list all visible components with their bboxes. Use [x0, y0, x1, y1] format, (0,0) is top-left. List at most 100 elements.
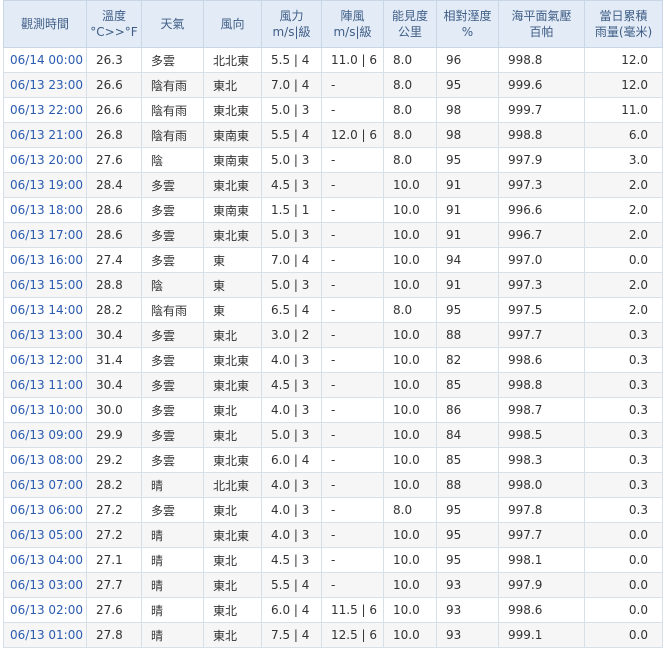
- cell-rainfall: 0.3: [584, 347, 663, 373]
- cell-wind-direction: 東南東: [203, 197, 262, 223]
- cell-wind-direction: 東北: [203, 572, 262, 598]
- cell-rainfall: 0.0: [584, 572, 663, 598]
- header-label: 溫度: [101, 9, 126, 23]
- header-temperature: 溫度 °C>>°F: [86, 0, 142, 48]
- header-wind-direction: 風向: [203, 0, 262, 48]
- cell-wind-direction: 東北: [203, 322, 262, 348]
- cell-time: 06/13 04:00: [3, 547, 87, 573]
- header-time: 觀測時間: [3, 0, 87, 48]
- cell-gust: -: [321, 447, 384, 473]
- cell-visibility: 10.0: [383, 172, 437, 198]
- cell-humidity: 85: [436, 372, 499, 398]
- cell-wind-direction: 東北東: [203, 522, 262, 548]
- cell-wind-force: 4.0 | 3: [261, 397, 322, 423]
- cell-weather: 多雲: [141, 247, 204, 273]
- cell-rainfall: 12.0: [584, 72, 663, 98]
- cell-time: 06/13 17:00: [3, 222, 87, 248]
- cell-temperature: 26.6: [86, 97, 142, 123]
- cell-temperature: 28.8: [86, 272, 142, 298]
- cell-temperature: 28.6: [86, 222, 142, 248]
- cell-visibility: 8.0: [383, 497, 437, 523]
- cell-temperature: 27.6: [86, 147, 142, 173]
- cell-humidity: 95: [436, 72, 499, 98]
- cell-wind-direction: 東北東: [203, 347, 262, 373]
- cell-temperature: 28.2: [86, 472, 142, 498]
- table-row: 06/13 09:00 29.9 多雲 東北 5.0 | 3-10.0 84 998.5 0.…: [3, 422, 663, 448]
- cell-gust: -: [321, 247, 384, 273]
- cell-humidity: 88: [436, 472, 499, 498]
- cell-pressure: 998.8: [498, 47, 585, 73]
- cell-pressure: 997.3: [498, 172, 585, 198]
- cell-temperature: 28.2: [86, 297, 142, 323]
- cell-wind-direction: 東: [203, 247, 262, 273]
- header-pressure: 海平面氣壓 百帕: [498, 0, 585, 48]
- cell-wind-force: 3.0 | 2: [261, 322, 322, 348]
- cell-weather: 多雲: [141, 397, 204, 423]
- cell-gust: -: [321, 222, 384, 248]
- cell-gust: -: [321, 422, 384, 448]
- cell-time: 06/13 14:00: [3, 297, 87, 323]
- cell-rainfall: 2.0: [584, 297, 663, 323]
- table-row: 06/13 18:00 28.6 多雲 東南東 1.5 | 1-10.0 91 996.6 2…: [3, 197, 663, 223]
- cell-visibility: 10.0: [383, 397, 437, 423]
- cell-gust: -: [321, 372, 384, 398]
- cell-gust: -: [321, 272, 384, 298]
- cell-humidity: 98: [436, 122, 499, 148]
- header-rainfall: 當日累積 雨量(毫米): [584, 0, 663, 48]
- cell-weather: 晴: [141, 597, 204, 623]
- cell-wind-direction: 東南東: [203, 147, 262, 173]
- weather-observation-table-container: 觀測時間 溫度 °C>>°F 天氣 風向 風力 m/s|級 陣風 m/s|級 能見度 公里 相對溼度%…: [3, 0, 663, 648]
- cell-temperature: 29.2: [86, 447, 142, 473]
- cell-temperature: 27.2: [86, 497, 142, 523]
- cell-visibility: 10.0: [383, 522, 437, 548]
- cell-time: 06/13 10:00: [3, 397, 87, 423]
- cell-humidity: 88: [436, 322, 499, 348]
- cell-rainfall: 0.0: [584, 547, 663, 573]
- cell-wind-force: 7.0 | 4: [261, 247, 322, 273]
- cell-rainfall: 0.0: [584, 522, 663, 548]
- cell-pressure: 998.1: [498, 547, 585, 573]
- cell-gust: -: [321, 572, 384, 598]
- cell-wind-force: 5.5 | 4: [261, 122, 322, 148]
- cell-pressure: 997.7: [498, 322, 585, 348]
- cell-rainfall: 0.0: [584, 597, 663, 623]
- cell-pressure: 997.8: [498, 497, 585, 523]
- cell-visibility: 10.0: [383, 622, 437, 648]
- cell-humidity: 91: [436, 222, 499, 248]
- cell-time: 06/13 23:00: [3, 72, 87, 98]
- cell-visibility: 8.0: [383, 47, 437, 73]
- cell-pressure: 998.7: [498, 397, 585, 423]
- cell-pressure: 999.6: [498, 72, 585, 98]
- cell-pressure: 998.3: [498, 447, 585, 473]
- cell-gust: -: [321, 97, 384, 123]
- cell-rainfall: 3.0: [584, 147, 663, 173]
- cell-wind-direction: 東: [203, 272, 262, 298]
- cell-wind-direction: 東北: [203, 547, 262, 573]
- cell-humidity: 95: [436, 297, 499, 323]
- table-row: 06/13 07:00 28.2 晴北北東 4.0 | 3-10.0 88 998.0 0.…: [3, 472, 663, 498]
- cell-temperature: 31.4: [86, 347, 142, 373]
- cell-visibility: 10.0: [383, 597, 437, 623]
- header-row: 觀測時間 溫度 °C>>°F 天氣 風向 風力 m/s|級 陣風 m/s|級 能見度 公里 相對溼度%…: [3, 0, 663, 48]
- cell-rainfall: 0.3: [584, 397, 663, 423]
- cell-humidity: 86: [436, 397, 499, 423]
- cell-visibility: 10.0: [383, 272, 437, 298]
- cell-visibility: 10.0: [383, 247, 437, 273]
- cell-pressure: 996.6: [498, 197, 585, 223]
- table-row: 06/13 05:00 27.2 晴東北東 4.0 | 3-10.0 95 997.7 0.…: [3, 522, 663, 548]
- cell-gust: -: [321, 147, 384, 173]
- cell-pressure: 998.5: [498, 422, 585, 448]
- cell-humidity: 82: [436, 347, 499, 373]
- cell-gust: -: [321, 347, 384, 373]
- cell-humidity: 85: [436, 447, 499, 473]
- cell-weather: 多雲: [141, 47, 204, 73]
- cell-time: 06/13 15:00: [3, 272, 87, 298]
- cell-humidity: 93: [436, 597, 499, 623]
- cell-wind-force: 5.0 | 3: [261, 272, 322, 298]
- cell-gust: 11.5 | 6: [321, 597, 384, 623]
- cell-wind-direction: 東北東: [203, 372, 262, 398]
- cell-visibility: 10.0: [383, 222, 437, 248]
- cell-temperature: 30.0: [86, 397, 142, 423]
- cell-pressure: 997.9: [498, 572, 585, 598]
- cell-wind-force: 4.0 | 3: [261, 497, 322, 523]
